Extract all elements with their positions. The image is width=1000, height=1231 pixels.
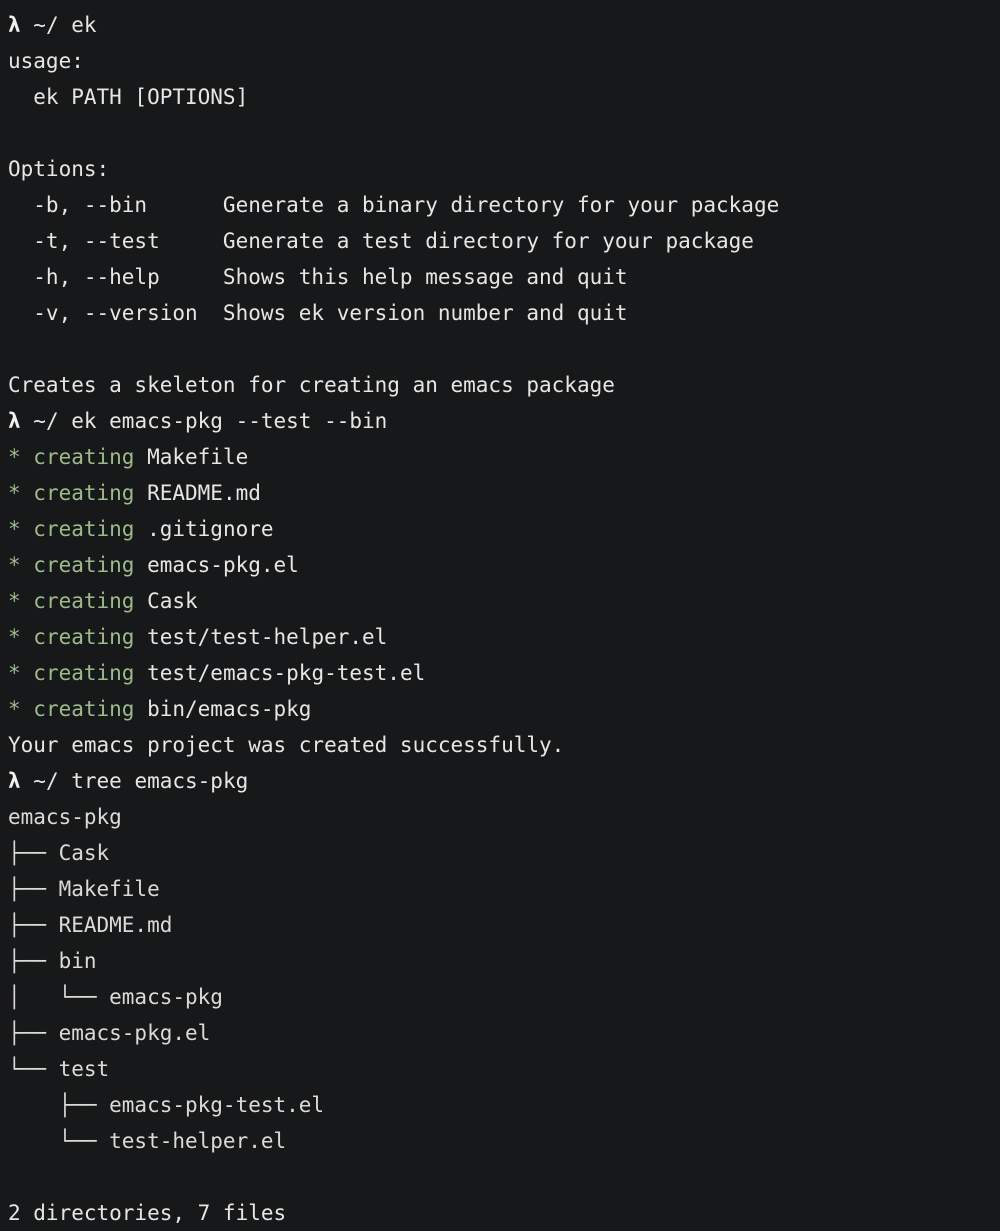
creating-line: * creating .gitignore xyxy=(8,511,1000,547)
tree-entry: emacs-pkg xyxy=(8,805,122,829)
blank-line xyxy=(8,1159,1000,1195)
tree-line: ├── Makefile xyxy=(8,871,1000,907)
creating-line: * creating emacs-pkg.el xyxy=(8,547,1000,583)
prompt-lambda-icon: λ xyxy=(8,13,21,37)
bullet-star-icon: * xyxy=(8,517,21,541)
creating-verb: creating xyxy=(20,445,148,469)
prompt-path: ~/ xyxy=(20,409,72,433)
tree-entry: ├── Cask xyxy=(8,841,110,865)
output-line: -h, --help Shows this help message and q… xyxy=(8,259,1000,295)
prompt-command: ek xyxy=(71,13,97,37)
tree-line: │ └── emacs-pkg xyxy=(8,979,1000,1015)
tree-entry: └── test-helper.el xyxy=(8,1129,287,1153)
tree-entry: │ └── emacs-pkg xyxy=(8,985,223,1009)
tree-line: emacs-pkg xyxy=(8,799,1000,835)
creating-line: * creating bin/emacs-pkg xyxy=(8,691,1000,727)
creating-verb: creating xyxy=(20,553,148,577)
bullet-star-icon: * xyxy=(8,445,21,469)
bullet-star-icon: * xyxy=(8,589,21,613)
blank-text xyxy=(8,121,21,145)
output-text: -b, --bin Generate a binary directory fo… xyxy=(8,193,780,217)
output-text: Your emacs project was created successfu… xyxy=(8,733,565,757)
created-file-name: README.md xyxy=(147,481,261,505)
prompt-lambda-icon: λ xyxy=(8,769,21,793)
terminal-prompt-line: λ ~/ ek xyxy=(8,7,1000,43)
tree-entry: ├── emacs-pkg-test.el xyxy=(8,1093,325,1117)
creating-verb: creating xyxy=(20,517,148,541)
bullet-star-icon: * xyxy=(8,697,21,721)
tree-entry: ├── README.md xyxy=(8,913,173,937)
output-line: Your emacs project was created successfu… xyxy=(8,727,1000,763)
output-line: ek PATH [OPTIONS] xyxy=(8,79,1000,115)
prompt-path: ~/ xyxy=(20,769,72,793)
output-line: -b, --bin Generate a binary directory fo… xyxy=(8,187,1000,223)
created-file-name: Makefile xyxy=(147,445,249,469)
output-text: Options: xyxy=(8,157,110,181)
bullet-star-icon: * xyxy=(8,481,21,505)
created-file-name: test/test-helper.el xyxy=(147,625,388,649)
tree-line: ├── emacs-pkg.el xyxy=(8,1015,1000,1051)
tree-line: └── test-helper.el xyxy=(8,1123,1000,1159)
output-text: -v, --version Shows ek version number an… xyxy=(8,301,628,325)
created-file-name: test/emacs-pkg-test.el xyxy=(147,661,426,685)
creating-line: * creating test/emacs-pkg-test.el xyxy=(8,655,1000,691)
tree-line: ├── README.md xyxy=(8,907,1000,943)
output-text: ek PATH [OPTIONS] xyxy=(8,85,249,109)
tree-line: ├── Cask xyxy=(8,835,1000,871)
output-line: -v, --version Shows ek version number an… xyxy=(8,295,1000,331)
creating-line: * creating Makefile xyxy=(8,439,1000,475)
tree-line: └── test xyxy=(8,1051,1000,1087)
tree-entry: ├── Makefile xyxy=(8,877,160,901)
creating-verb: creating xyxy=(20,589,148,613)
tree-entry: ├── emacs-pkg.el xyxy=(8,1021,211,1045)
output-line: Creates a skeleton for creating an emacs… xyxy=(8,367,1000,403)
bullet-star-icon: * xyxy=(8,661,21,685)
created-file-name: .gitignore xyxy=(147,517,274,541)
bullet-star-icon: * xyxy=(8,553,21,577)
output-text: -t, --test Generate a test directory for… xyxy=(8,229,754,253)
prompt-lambda-icon: λ xyxy=(8,409,21,433)
output-text: 2 directories, 7 files xyxy=(8,1201,287,1225)
created-file-name: emacs-pkg.el xyxy=(147,553,299,577)
creating-line: * creating test/test-helper.el xyxy=(8,619,1000,655)
output-line: -t, --test Generate a test directory for… xyxy=(8,223,1000,259)
output-text: -h, --help Shows this help message and q… xyxy=(8,265,628,289)
terminal-prompt-line: λ ~/ tree emacs-pkg xyxy=(8,763,1000,799)
created-file-name: Cask xyxy=(147,589,198,613)
creating-verb: creating xyxy=(20,697,148,721)
output-line: usage: xyxy=(8,43,1000,79)
creating-line: * creating Cask xyxy=(8,583,1000,619)
tree-line: ├── bin xyxy=(8,943,1000,979)
creating-verb: creating xyxy=(20,625,148,649)
created-file-name: bin/emacs-pkg xyxy=(147,697,312,721)
prompt-command: tree emacs-pkg xyxy=(71,769,249,793)
tree-line: ├── emacs-pkg-test.el xyxy=(8,1087,1000,1123)
prompt-command: ek emacs-pkg --test --bin xyxy=(71,409,388,433)
blank-text xyxy=(8,337,21,361)
blank-text xyxy=(8,1165,21,1189)
terminal-prompt-line: λ ~/ ek emacs-pkg --test --bin xyxy=(8,403,1000,439)
creating-verb: creating xyxy=(20,661,148,685)
blank-line xyxy=(8,331,1000,367)
creating-verb: creating xyxy=(20,481,148,505)
terminal-output[interactable]: λ ~/ ek usage: ek PATH [OPTIONS] Options:… xyxy=(0,0,1000,1226)
tree-entry: ├── bin xyxy=(8,949,97,973)
output-line: Options: xyxy=(8,151,1000,187)
creating-line: * creating README.md xyxy=(8,475,1000,511)
bullet-star-icon: * xyxy=(8,625,21,649)
output-text: Creates a skeleton for creating an emacs… xyxy=(8,373,615,397)
blank-line xyxy=(8,115,1000,151)
output-text: usage: xyxy=(8,49,84,73)
prompt-path: ~/ xyxy=(20,13,72,37)
tree-entry: └── test xyxy=(8,1057,110,1081)
